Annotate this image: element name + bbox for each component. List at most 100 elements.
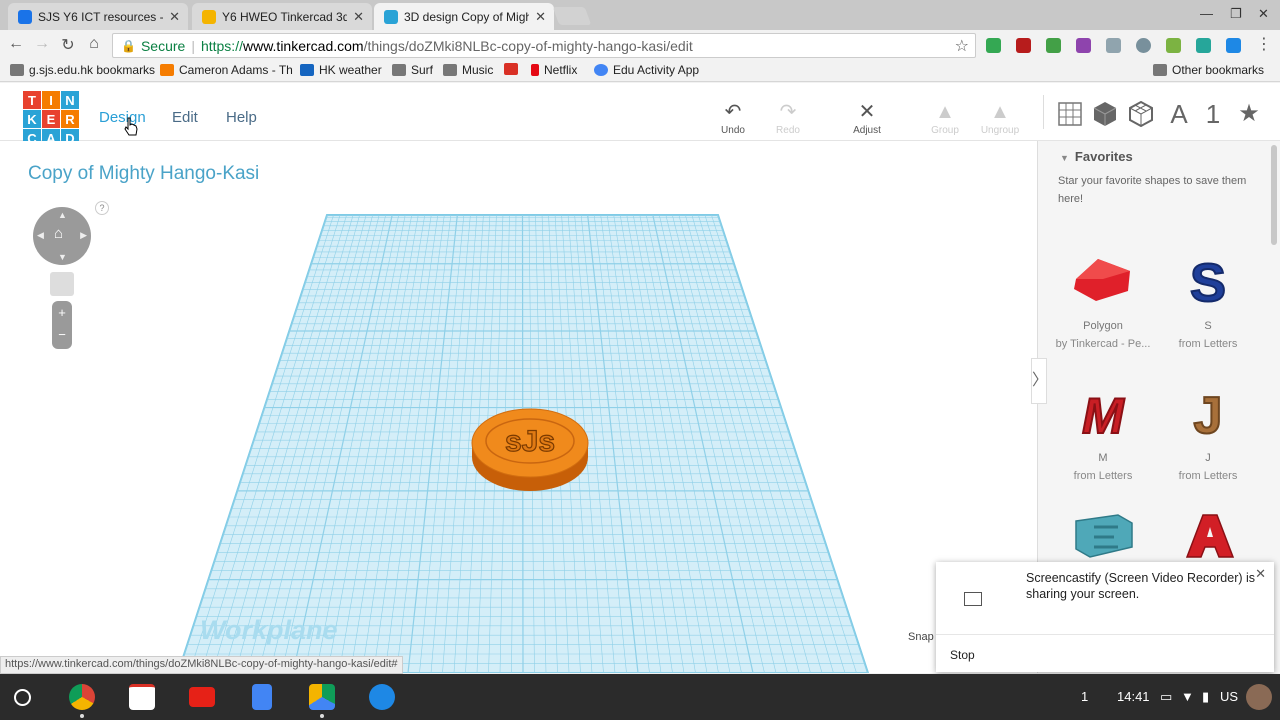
chromeos-shelf: 1 14:41 ▭ ▼ ▮ US <box>0 674 1280 720</box>
zoom-out-icon[interactable]: − <box>52 325 72 349</box>
menu-edit[interactable]: Edit <box>172 109 198 126</box>
drive-extension-icon[interactable] <box>986 38 1001 53</box>
snap-grid-label[interactable]: Snap <box>908 631 934 643</box>
extension-icon[interactable] <box>1106 38 1121 53</box>
notification-count[interactable]: 1 <box>1081 689 1088 704</box>
bookmark-link[interactable]: Edu Activity App <box>594 63 699 77</box>
gmail-icon <box>504 63 518 75</box>
bookmark-label: g.sjs.edu.hk bookmarks <box>29 63 156 77</box>
menu-help[interactable]: Help <box>226 109 257 126</box>
bookmark-folder[interactable]: Other bookmarks <box>1153 63 1264 77</box>
tab-sjs-resources[interactable]: SJS Y6 ICT resources - G ✕ <box>8 3 188 30</box>
favorites-star-icon[interactable]: ★ <box>1234 99 1264 128</box>
bookmark-star-icon[interactable]: ☆ <box>955 36 969 56</box>
wireframe-box-icon[interactable] <box>1129 101 1153 127</box>
screen-icon[interactable]: ▭ <box>1160 689 1172 705</box>
clock[interactable]: 14:41 <box>1117 689 1150 704</box>
extension-icon[interactable] <box>1076 38 1091 53</box>
help-icon[interactable]: ? <box>95 201 109 215</box>
wifi-icon[interactable]: ▼ <box>1181 689 1194 704</box>
design-title[interactable]: Copy of Mighty Hango-Kasi <box>28 163 259 185</box>
tab-hweo-tinkercad[interactable]: Y6 HWEO Tinkercad 3d m ✕ <box>192 3 372 30</box>
bookmark-link[interactable]: Cameron Adams - Th <box>160 63 293 77</box>
adjust-button[interactable]: ✕ Adjust <box>842 99 892 136</box>
extension-icon[interactable] <box>1136 38 1151 53</box>
zoom-control: + − <box>52 301 72 349</box>
tab-title: Y6 HWEO Tinkercad 3d m <box>222 9 348 24</box>
favorites-header[interactable]: ▼ Favorites <box>1060 149 1133 164</box>
number-shape-icon[interactable]: 1 <box>1198 99 1228 130</box>
input-locale[interactable]: US <box>1220 689 1238 704</box>
drive-icon[interactable] <box>309 684 335 710</box>
arrow-up-icon[interactable]: ▲ <box>58 210 67 220</box>
menu-design[interactable]: Design <box>99 109 146 126</box>
battery-icon[interactable]: ▮ <box>1202 689 1209 705</box>
bookmark-folder[interactable]: Surf <box>392 63 433 77</box>
minimize-icon[interactable]: — <box>1200 6 1213 21</box>
arrow-left-icon[interactable]: ◀ <box>37 230 44 241</box>
group-button[interactable]: ▲ Group <box>920 99 970 136</box>
panel-toggle-chevron-icon[interactable]: 〉 <box>1031 358 1048 404</box>
coin-object[interactable]: sJs <box>469 399 591 497</box>
stop-sharing-button[interactable]: Stop <box>950 648 975 662</box>
close-icon[interactable]: ✕ <box>1255 566 1266 582</box>
grid-icon[interactable] <box>1058 102 1082 126</box>
shape-polygon[interactable]: Polygon by Tinkercad - Pe... <box>1048 251 1158 353</box>
bookmark-folder[interactable]: g.sjs.edu.hk bookmarks <box>10 63 155 77</box>
launcher-icon[interactable] <box>14 689 31 706</box>
new-tab-button[interactable] <box>552 7 592 25</box>
view-navigation-cube[interactable]: ▲ ▼ ◀ ▶ ⌂ <box>33 207 91 265</box>
fit-view-button[interactable] <box>50 272 74 296</box>
shape-source: from Letters <box>1073 470 1133 482</box>
shape-letter-m[interactable]: M M from Letters <box>1048 383 1158 485</box>
tab-3d-design[interactable]: 3D design Copy of Migh ✕ <box>374 3 554 30</box>
user-avatar[interactable] <box>1246 684 1272 710</box>
arrow-down-icon[interactable]: ▼ <box>58 252 67 262</box>
bookmark-folder[interactable]: Music <box>443 63 493 77</box>
shape-name: M <box>1098 452 1108 464</box>
redo-button[interactable]: ↷ Redo <box>763 99 813 136</box>
weather-icon <box>300 64 314 76</box>
screencast-icon <box>964 592 982 606</box>
extension-icon[interactable] <box>1226 38 1241 53</box>
bookmark-gmail[interactable] <box>504 63 523 75</box>
reload-icon[interactable]: ↻ <box>58 35 78 55</box>
workplane-label: Workplane <box>200 615 338 645</box>
extension-icon[interactable] <box>1046 38 1061 53</box>
shape-letter-j[interactable]: J J from Letters <box>1153 383 1263 485</box>
menu-icon[interactable]: ⋮ <box>1254 34 1274 54</box>
home-icon[interactable]: ⌂ <box>84 35 104 53</box>
home-view-icon[interactable]: ⌂ <box>54 225 63 242</box>
close-icon[interactable]: ✕ <box>535 9 546 25</box>
lock-icon: 🔒 <box>121 38 136 53</box>
design-canvas[interactable]: Copy of Mighty Hango-Kasi ▲ ▼ ◀ ▶ ⌂ ? + … <box>10 141 1037 673</box>
maximize-icon[interactable]: ❐ <box>1230 6 1242 22</box>
close-icon[interactable]: ✕ <box>353 9 364 25</box>
ungroup-button[interactable]: ▲ Ungroup <box>975 99 1025 136</box>
close-icon[interactable]: ✕ <box>169 9 180 25</box>
panel-scrollbar[interactable] <box>1271 145 1277 245</box>
bookmark-link[interactable]: Netflix <box>531 63 577 77</box>
youtube-icon[interactable] <box>189 687 215 707</box>
shape-letter-s[interactable]: S S from Letters <box>1153 251 1263 353</box>
bookmark-label: Cameron Adams - Th <box>179 63 293 77</box>
extension-icon[interactable] <box>1196 38 1211 53</box>
zoom-in-icon[interactable]: + <box>52 301 72 325</box>
text-shape-icon[interactable]: A <box>1164 99 1194 130</box>
arrow-right-icon[interactable]: ▶ <box>80 230 87 241</box>
undo-icon: ↶ <box>724 101 742 123</box>
address-bar[interactable]: 🔒 Secure | https:// www.tinkercad.com /t… <box>112 33 976 58</box>
extension-icon[interactable] <box>1166 38 1181 53</box>
close-window-icon[interactable]: ✕ <box>1258 6 1269 22</box>
files-icon[interactable] <box>369 684 395 710</box>
box-icon[interactable] <box>1093 101 1117 127</box>
gmail-icon[interactable] <box>129 684 155 710</box>
shape-name: J <box>1205 452 1211 464</box>
chrome-icon[interactable] <box>69 684 95 710</box>
back-icon[interactable]: ← <box>6 35 26 53</box>
bookmark-link[interactable]: HK weather <box>300 63 382 77</box>
extension-icon[interactable] <box>1016 38 1031 53</box>
forward-icon[interactable]: → <box>32 35 52 53</box>
docs-icon[interactable] <box>252 684 272 710</box>
undo-button[interactable]: ↶ Undo <box>708 99 758 136</box>
